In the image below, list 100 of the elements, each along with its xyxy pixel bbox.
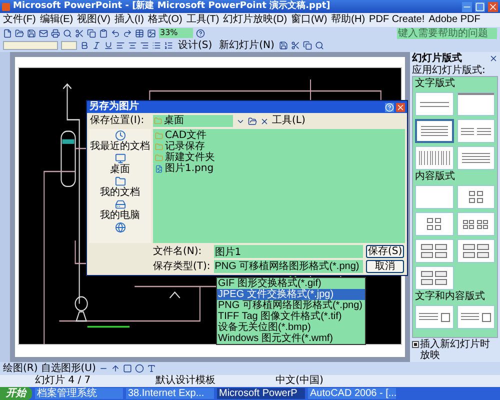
italic-icon[interactable] [92,41,101,50]
font-name-field[interactable] [3,41,58,50]
start-button[interactable]: 开始 [0,387,32,400]
rectangle-icon[interactable] [122,364,132,373]
type-option[interactable]: Windows 图元文件(*.wmf) [217,333,365,344]
table-icon[interactable] [135,28,144,38]
clipboard-icon[interactable] [99,28,108,38]
menu-item[interactable]: 幻灯片放映(D) [223,15,288,25]
layout-thumbnail[interactable] [456,305,495,329]
open-folder-icon[interactable] [15,28,24,38]
layout-thumbnail[interactable] [456,239,495,263]
tools-menu[interactable]: 工具(L) [272,116,306,126]
file-item[interactable]: 记录保存 [155,142,403,152]
type-option[interactable]: 设备无关位图(*.bmp) [217,322,365,333]
search-icon[interactable] [63,28,72,38]
menu-item[interactable]: 窗口(W) [291,15,328,25]
layout-thumbnail[interactable] [415,239,454,263]
underline-icon[interactable] [104,41,113,50]
menu-item[interactable]: 文件(F) [3,15,36,25]
taskbar-button[interactable]: AutoCAD 2006 - [... [308,388,396,399]
menu-item[interactable]: 帮助(H) [331,15,366,25]
delete-icon[interactable] [260,116,269,126]
new-slide-button[interactable]: 新幻灯片(N) [217,40,276,50]
close-icon[interactable] [488,2,498,12]
layout-thumbnail[interactable] [415,92,454,116]
place-item[interactable]: 我的电脑 [100,199,140,221]
window-title: Microsoft PowerPoint - [新建 Microsoft PowerPoint 演示文稿.ppt] [13,2,332,11]
search-icon[interactable] [315,41,324,50]
menu-item[interactable]: PDF Create! [369,15,425,25]
location-dropdown[interactable]: 桌面 [153,115,233,127]
place-item[interactable]: 桌面 [110,153,130,175]
file-item[interactable]: 新建文件夹 [155,153,403,163]
help-icon[interactable] [196,28,205,38]
type-option[interactable]: TIFF Tag 图像文件格式(*.tif) [217,311,365,322]
copy-icon[interactable] [87,28,96,38]
file-item[interactable]: CAD文件 [155,131,403,141]
type-option[interactable]: PNG 可移植网络图形格式(*.png) [217,300,365,311]
menu-item[interactable]: 工具(T) [186,15,220,25]
checkbox[interactable] [412,341,419,348]
place-item[interactable]: 我最近的文档 [90,130,150,152]
printer-icon[interactable] [51,28,60,38]
type-dropdown[interactable]: PNG 可移植网络图形格式(*.png) [214,260,364,273]
close-icon[interactable] [489,54,498,63]
scissors-icon[interactable] [75,28,84,38]
minimize-icon[interactable] [462,2,472,12]
menu-item[interactable]: 编辑(E) [40,15,74,25]
save-icon[interactable] [27,28,36,38]
align-center-icon[interactable] [128,41,137,50]
align-right-icon[interactable] [140,41,149,50]
align-left-icon[interactable] [116,41,125,50]
place-item[interactable]: 我的文档 [100,176,140,198]
menu-item[interactable]: Adobe PDF [428,15,480,25]
mail-icon[interactable] [39,28,48,38]
bold-icon[interactable] [80,41,89,50]
autoshapes-menu[interactable]: 自选图形(U) [40,364,96,374]
menu-item[interactable]: 视图(V) [77,15,110,25]
save-button[interactable]: 保存(S) [366,245,404,258]
layout-thumbnail[interactable] [456,119,495,143]
layout-thumbnail[interactable] [415,212,454,236]
layout-thumbnail[interactable] [415,266,454,290]
type-option[interactable]: GIF 图形交换格式(*.gif) [217,278,365,289]
image-file-icon[interactable] [155,165,163,173]
undo-icon[interactable] [111,28,120,38]
cancel-button[interactable]: 取消 [366,260,404,273]
layout-thumbnail[interactable] [415,185,454,209]
zoom-field[interactable]: 33% [159,28,193,38]
taskbar-button[interactable]: 档案管理系统 [35,388,123,399]
draw-menu[interactable]: 绘图(R) [3,364,38,374]
layout-thumbnail[interactable] [415,146,454,170]
filename-field[interactable]: 图片1 [214,245,364,258]
design-button[interactable]: 设计(S) [176,40,214,50]
image-icon[interactable] [147,28,156,38]
numbered-list-icon[interactable] [164,41,173,50]
font-size-field[interactable] [61,41,77,50]
layout-thumbnail[interactable] [456,146,495,170]
taskbar-button[interactable]: Microsoft PowerP [217,388,305,399]
save-icon[interactable] [279,41,288,50]
layout-thumbnail[interactable] [415,305,454,329]
file-item[interactable]: 图片1.png [155,164,403,174]
help-search-field[interactable]: 键入需要帮助的问题 [397,28,497,38]
copy-icon[interactable] [303,41,312,50]
taskbar-button[interactable]: 38.Internet Exp... [126,388,214,399]
redo-icon[interactable] [123,28,132,38]
arrow-icon[interactable] [110,364,120,373]
layout-thumbnail[interactable] [456,92,495,116]
type-option[interactable]: JPEG 文件交换格式(*.jpg) [217,289,365,300]
bullet-list-icon[interactable] [152,41,161,50]
place-item[interactable] [114,222,126,233]
filename-label: 文件名(N): [153,246,203,256]
layout-thumbnail[interactable] [415,119,454,143]
layout-thumbnail[interactable] [456,185,495,209]
menu-item[interactable]: 格式(O) [148,15,182,25]
oval-icon[interactable] [134,364,144,373]
maximize-icon[interactable] [475,2,485,12]
scissors-icon[interactable] [291,41,300,50]
text-box-icon[interactable] [146,364,156,373]
new-file-icon[interactable] [3,28,12,38]
layout-thumbnail[interactable] [456,212,495,236]
section-heading: 文字和内容版式 [415,292,486,303]
menu-item[interactable]: 插入(I) [114,15,144,25]
